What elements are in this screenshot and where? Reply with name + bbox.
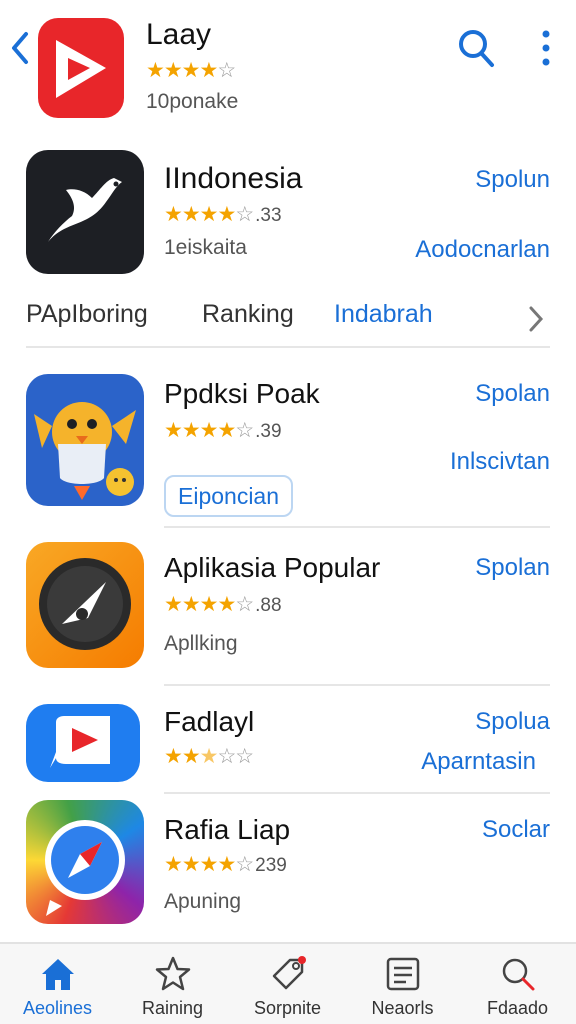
- header-app-icon: [38, 18, 124, 118]
- get-button[interactable]: Spolun: [475, 166, 550, 194]
- penguin-rocket-icon: [26, 374, 144, 506]
- more-vertical-icon[interactable]: [536, 28, 556, 68]
- app-subtitle: Apllking: [164, 632, 238, 655]
- news-icon: [386, 957, 420, 991]
- tab-ranking[interactable]: Ranking: [202, 300, 294, 329]
- bird-logo-icon: [26, 150, 144, 274]
- app-rating: ★★★★☆ .39: [164, 419, 282, 442]
- app-name: IIndonesia: [164, 162, 303, 195]
- play-logo-icon: [56, 40, 106, 98]
- get-button[interactable]: Spolua: [475, 708, 550, 736]
- header-subtitle: 10ponake: [146, 90, 239, 113]
- app-name: Fadlayl: [164, 706, 255, 737]
- secondary-action-link[interactable]: Aodocnarlan: [415, 236, 550, 264]
- app-rating: ★★★★☆ .33: [164, 203, 282, 226]
- get-button[interactable]: Spolan: [475, 554, 550, 582]
- divider: [164, 684, 550, 686]
- get-button[interactable]: Soclar: [482, 816, 550, 844]
- app-rating: ★★★☆☆: [164, 745, 254, 768]
- header-rating-stars: ★★★★☆: [146, 59, 236, 82]
- tag-icon: [272, 956, 306, 990]
- search-icon[interactable]: [456, 26, 496, 70]
- nav-label: Sorpnite: [253, 998, 322, 1018]
- home-icon: [42, 959, 74, 990]
- app-list-item[interactable]: Aplikasia Popular ★★★★☆ .88 Apllking Spol…: [0, 540, 576, 680]
- app-rating: ★★★★☆ 239: [164, 853, 287, 876]
- nav-label: Aeolines: [22, 998, 93, 1018]
- app-subtitle: 1eiskaita: [164, 236, 247, 259]
- category-tabs: PApIboring Ranking Indabrah: [0, 290, 576, 348]
- play-bubble-icon: [26, 704, 140, 782]
- get-button[interactable]: Spolan: [475, 380, 550, 408]
- compass-dial-icon: [26, 542, 144, 668]
- header-title: Laay: [146, 18, 212, 51]
- app-name: Rafia Liap: [164, 814, 291, 845]
- divider: [164, 526, 550, 528]
- nav-label: Fdaado: [486, 998, 549, 1018]
- nav-tab-home[interactable]: Aeolines: [0, 944, 115, 1024]
- safari-compass-icon: [26, 800, 144, 924]
- nav-tab-raining[interactable]: Raining: [115, 944, 230, 1024]
- nav-tab-neaorls[interactable]: Neaorls: [345, 944, 460, 1024]
- app-list-item[interactable]: Rafia Liap ★★★★☆ 239 Apuning Soclar: [0, 798, 576, 938]
- app-subtitle: Apuning: [164, 890, 242, 913]
- divider: [164, 792, 550, 794]
- nav-label: Raining: [141, 998, 204, 1018]
- nav-tab-fdaado[interactable]: Fdaado: [460, 944, 575, 1024]
- nav-label: Neaorls: [371, 998, 434, 1018]
- search-icon: [502, 958, 535, 991]
- back-chevron-icon[interactable]: [6, 28, 32, 68]
- divider: [26, 346, 550, 348]
- app-list-item[interactable]: IIndonesia ★★★★☆ .33 1eiskaita Spolun Aod…: [0, 140, 576, 280]
- app-name: Aplikasia Popular: [164, 552, 381, 583]
- nav-tab-sorpnite[interactable]: Sorpnite: [230, 944, 345, 1024]
- category-chip[interactable]: Eiponcian: [164, 475, 294, 517]
- app-rating: ★★★★☆ .88: [164, 593, 282, 616]
- secondary-action-link[interactable]: Aparntasin: [421, 748, 536, 776]
- star-icon: [155, 956, 191, 991]
- app-name: Ppdksi Poak: [164, 378, 320, 409]
- bottom-tab-bar: Aeolines Raining Sorpnite Neaorls Fdaado: [0, 942, 576, 1024]
- secondary-action-link[interactable]: Inlscivtan: [450, 448, 550, 476]
- tab-indabrah[interactable]: Indabrah: [334, 300, 433, 329]
- tab-apliboring[interactable]: PApIboring: [26, 300, 148, 329]
- chevron-right-icon[interactable]: [526, 304, 546, 334]
- app-list-item[interactable]: Fadlayl ★★★☆☆ Spolua Aparntasin: [0, 700, 576, 792]
